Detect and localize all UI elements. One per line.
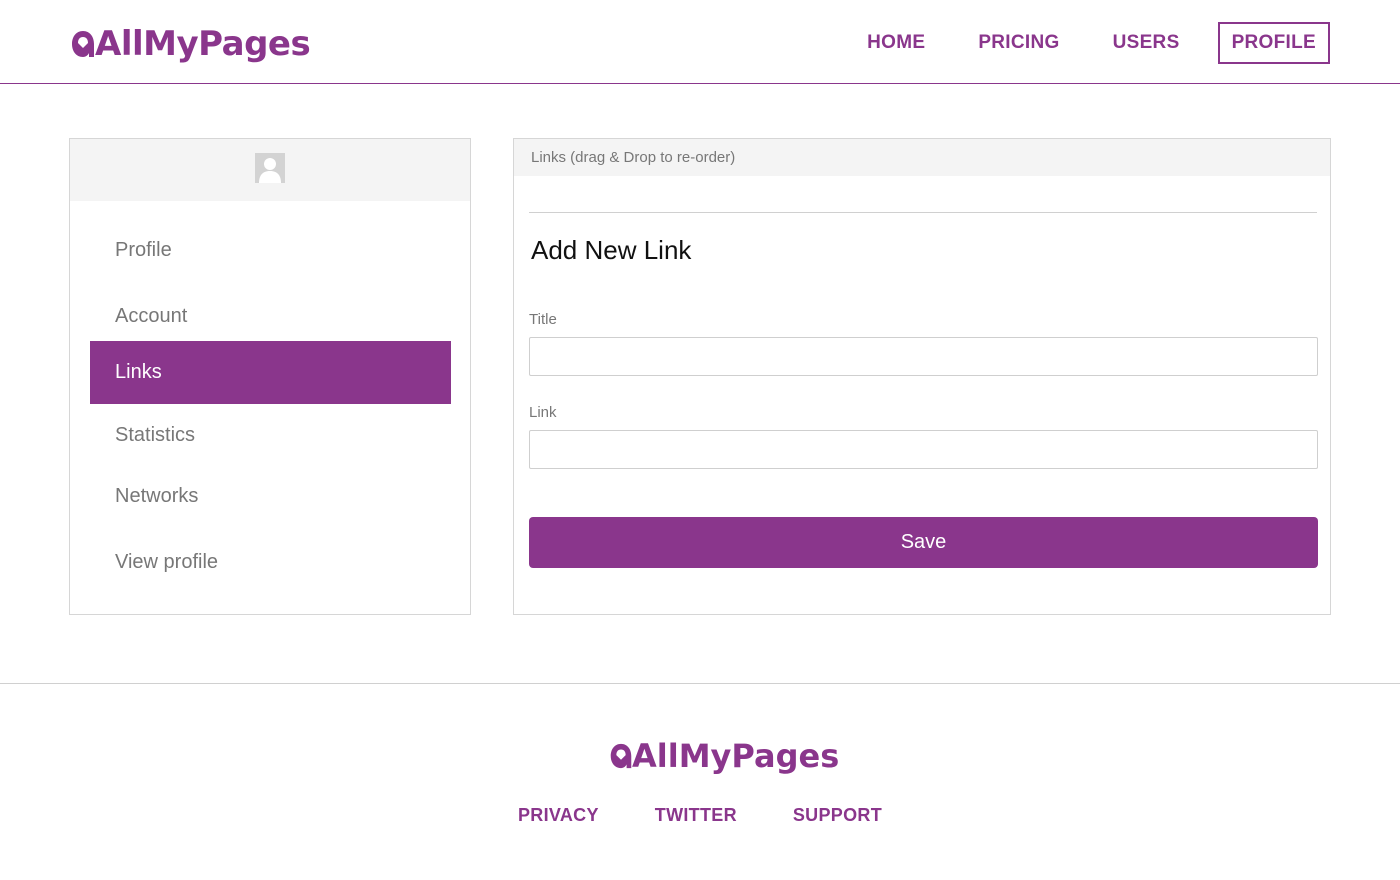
sidebar-item-profile[interactable]: Profile xyxy=(90,219,451,282)
save-button[interactable]: Save xyxy=(529,517,1318,568)
nav-users[interactable]: USERS xyxy=(1113,22,1180,64)
main-nav: HOME PRICING USERS PROFILE xyxy=(814,22,1330,64)
brand-logo[interactable]: AllMyPages xyxy=(68,22,311,66)
logo-mark-icon xyxy=(68,27,98,61)
footer-divider xyxy=(0,683,1400,684)
nav-home[interactable]: HOME xyxy=(867,22,925,64)
title-input[interactable] xyxy=(529,337,1318,376)
add-link-title: Add New Link xyxy=(531,235,692,265)
footer-logo-mark-icon xyxy=(607,740,635,772)
panel-divider xyxy=(529,212,1317,213)
sidebar-item-account[interactable]: Account xyxy=(90,285,451,348)
footer-nav: PRIVACY TWITTER SUPPORT xyxy=(0,805,1400,826)
link-input[interactable] xyxy=(529,430,1318,469)
footer-link-privacy[interactable]: PRIVACY xyxy=(518,805,599,826)
footer-logo[interactable]: AllMyPages xyxy=(607,735,839,777)
brand-wordmark: AllMyPages xyxy=(95,24,311,64)
user-avatar-icon[interactable] xyxy=(255,153,285,183)
title-field-label: Title xyxy=(529,311,557,328)
footer-wordmark: AllMyPages xyxy=(632,737,840,775)
links-panel-header: Links (drag & Drop to re-order) xyxy=(514,139,1330,176)
sidebar-item-view-profile[interactable]: View profile xyxy=(90,531,451,594)
sidebar-header xyxy=(70,139,470,201)
sidebar-item-statistics[interactable]: Statistics xyxy=(90,404,451,467)
links-panel: Links (drag & Drop to re-order) Add New … xyxy=(513,138,1331,615)
sidebar-item-links[interactable]: Links xyxy=(90,341,451,404)
profile-sidebar: Profile Account Links Statistics Network… xyxy=(69,138,471,615)
sidebar-item-networks[interactable]: Networks xyxy=(90,465,451,528)
nav-pricing[interactable]: PRICING xyxy=(978,22,1059,64)
link-field-label: Link xyxy=(529,404,557,421)
nav-profile[interactable]: PROFILE xyxy=(1217,22,1330,64)
footer-link-twitter[interactable]: TWITTER xyxy=(655,805,737,826)
footer-link-support[interactable]: SUPPORT xyxy=(793,805,882,826)
site-header: AllMyPages HOME PRICING USERS PROFILE xyxy=(0,0,1400,84)
